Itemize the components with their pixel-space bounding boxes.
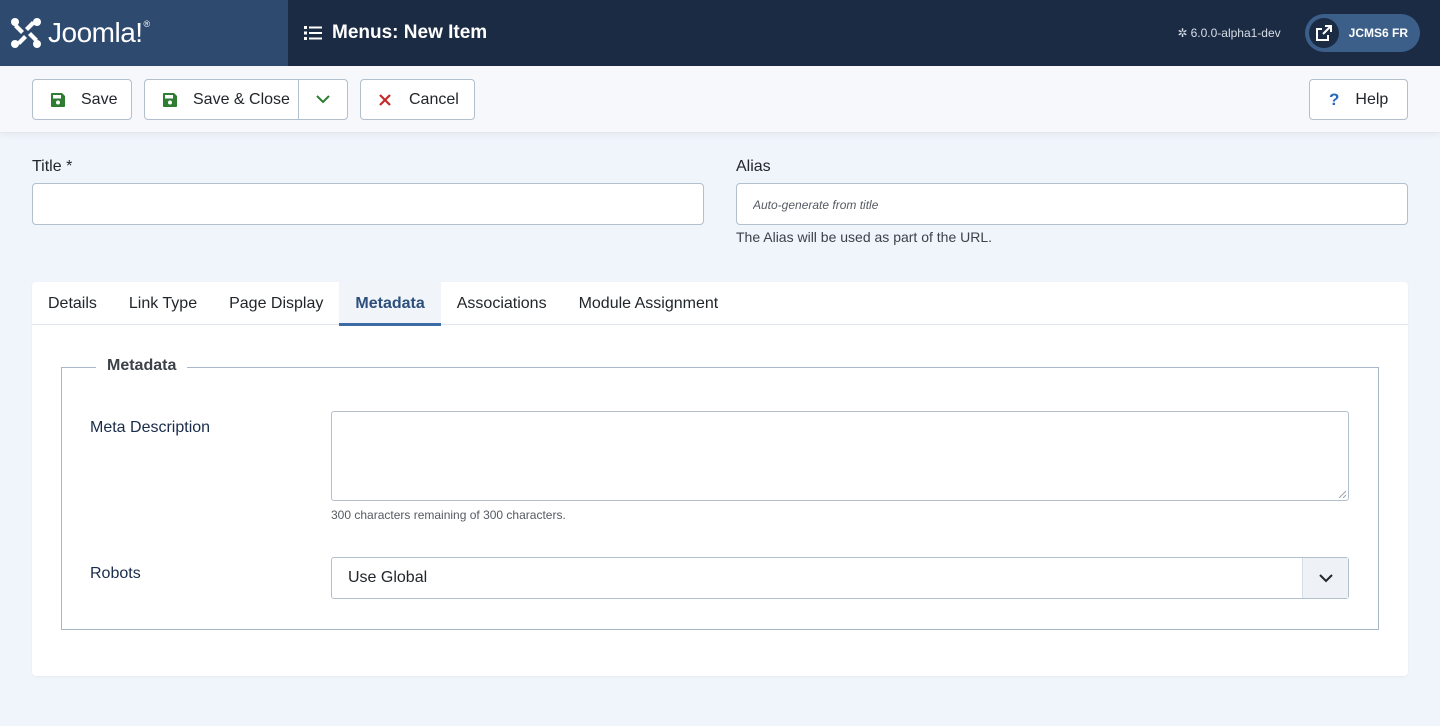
title-label: Title * bbox=[32, 158, 73, 175]
cancel-button[interactable]: Cancel bbox=[360, 79, 475, 120]
version-info: ✲ 6.0.0-alpha1-dev bbox=[1178, 26, 1281, 40]
meta-description-label: Meta Description bbox=[90, 419, 211, 436]
alias-input[interactable] bbox=[736, 183, 1408, 225]
header-bar: Joomla!® Menus: New Item ✲ 6.0.0-alpha1-… bbox=[0, 0, 1440, 66]
save-options-dropdown[interactable] bbox=[298, 80, 347, 119]
tab-link-type[interactable]: Link Type bbox=[113, 282, 213, 325]
save-close-button[interactable]: Save & Close bbox=[145, 80, 298, 119]
list-icon bbox=[304, 26, 322, 40]
close-icon bbox=[379, 93, 391, 106]
page-title: Menus: New Item bbox=[332, 22, 488, 43]
brand-wordmark: Joomla!® bbox=[48, 17, 150, 48]
floppy-disk-icon bbox=[163, 92, 177, 107]
robots-label: Robots bbox=[90, 565, 141, 582]
toolbar: Save Save & Close Cancel ? Help bbox=[0, 66, 1440, 133]
brand[interactable]: Joomla!® bbox=[0, 0, 288, 66]
metadata-legend: Metadata bbox=[96, 357, 188, 375]
tab-list: Details Link Type Page Display Metadata … bbox=[32, 282, 1408, 326]
save-close-label: Save & Close bbox=[193, 90, 290, 108]
tab-panel: Details Link Type Page Display Metadata … bbox=[32, 282, 1408, 676]
robots-selected-value: Use Global bbox=[348, 569, 428, 586]
help-button[interactable]: ? Help bbox=[1309, 79, 1408, 120]
external-link-icon bbox=[1308, 18, 1339, 48]
site-name: JCMS6 FR bbox=[1348, 26, 1408, 40]
help-label: Help bbox=[1355, 90, 1389, 108]
question-icon: ? bbox=[1329, 89, 1340, 109]
alias-label: Alias bbox=[736, 158, 771, 175]
char-counter: 300 characters remaining of 300 characte… bbox=[331, 508, 566, 522]
view-site-button[interactable]: JCMS6 FR bbox=[1304, 14, 1420, 52]
cancel-label: Cancel bbox=[409, 90, 459, 108]
tab-associations[interactable]: Associations bbox=[441, 282, 563, 325]
page-heading: Menus: New Item bbox=[304, 22, 487, 44]
version-text: 6.0.0-alpha1-dev bbox=[1190, 26, 1281, 40]
joomla-mini-icon: ✲ bbox=[1177, 26, 1188, 40]
floppy-disk-icon bbox=[51, 92, 65, 107]
robots-select[interactable]: Use Global bbox=[331, 557, 1349, 599]
meta-description-textarea[interactable] bbox=[331, 411, 1349, 501]
resize-grip-icon[interactable] bbox=[1338, 490, 1346, 498]
save-close-button-group: Save & Close bbox=[144, 79, 348, 120]
tab-module-assignment[interactable]: Module Assignment bbox=[563, 282, 735, 325]
chevron-down-icon bbox=[316, 95, 330, 104]
alias-hint: The Alias will be used as part of the UR… bbox=[736, 229, 993, 245]
save-button[interactable]: Save bbox=[32, 79, 132, 120]
tab-metadata[interactable]: Metadata bbox=[339, 282, 442, 326]
metadata-fieldset: Metadata Meta Description 300 characters… bbox=[61, 357, 1379, 630]
title-input[interactable] bbox=[32, 183, 704, 225]
tab-details[interactable]: Details bbox=[32, 282, 113, 325]
save-label: Save bbox=[81, 90, 118, 108]
chevron-down-icon bbox=[1302, 558, 1348, 598]
tab-page-display[interactable]: Page Display bbox=[213, 282, 339, 325]
joomla-logo-icon bbox=[11, 18, 41, 48]
